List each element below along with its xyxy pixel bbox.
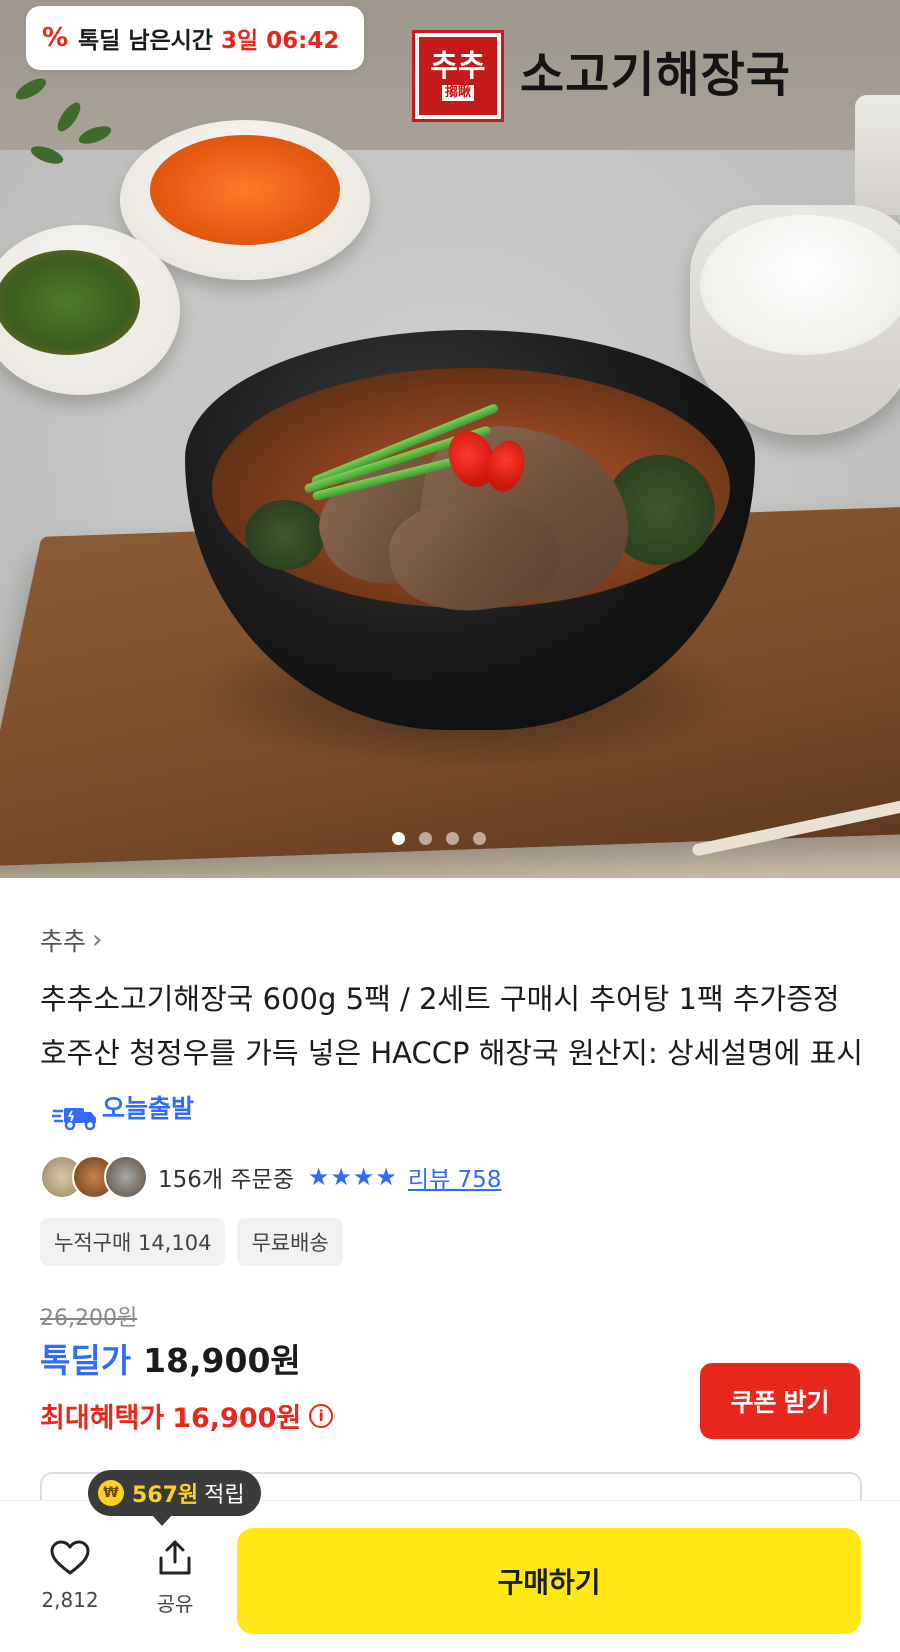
timer-label: 톡딜 남은시간 xyxy=(78,28,213,54)
brand-title: 소고기해장국 xyxy=(520,47,791,103)
pepper-side xyxy=(0,250,140,355)
max-benefit-row: 최대혜택가 16,900원 i xyxy=(40,1396,334,1435)
brand-logo-text: 추추 xyxy=(430,49,486,84)
product-image-carousel[interactable]: % 톡딜 남은시간 3일 06:42 추추 搊瞅 소고기해장국 xyxy=(0,0,900,878)
greens xyxy=(245,500,325,570)
today-shipping-label: 오늘출발 xyxy=(102,1094,195,1123)
avatar xyxy=(104,1155,148,1199)
brand-logo-sub: 搊瞅 xyxy=(441,85,474,101)
truck-icon xyxy=(50,1096,98,1131)
product-title-text: 추추소고기해장국 600g 5팩 / 2세트 구매시 추어탕 1팩 추가증정 호… xyxy=(40,982,863,1070)
deal-price-row: 톡딜가 18,900원 xyxy=(40,1334,301,1382)
max-benefit-label: 최대혜택가 xyxy=(40,1403,165,1434)
points-amount: 567원 xyxy=(132,1483,199,1508)
cup xyxy=(855,95,900,215)
carousel-dot[interactable] xyxy=(446,832,459,845)
star-icon: ★ xyxy=(330,1163,353,1191)
max-benefit-price: 16,900원 xyxy=(172,1403,302,1434)
like-count: 2,812 xyxy=(41,1588,99,1612)
radish-kimchi xyxy=(150,135,340,245)
product-title: 추추소고기해장국 600g 5팩 / 2세트 구매시 추어탕 1팩 추가증정 호… xyxy=(40,972,870,1136)
info-icon[interactable]: i xyxy=(309,1403,334,1428)
order-status-row: 156개 주문중 ★ ★ ★ ★ 리뷰 758 xyxy=(40,1155,501,1199)
rating-stars: ★ ★ ★ ★ xyxy=(308,1163,398,1191)
brand-logo: 추추 搊瞅 xyxy=(412,30,504,122)
get-coupon-button[interactable]: 쿠폰 받기 xyxy=(700,1363,860,1439)
carousel-dot[interactable] xyxy=(419,832,432,845)
cumulative-purchase-chip: 누적구매 14,104 xyxy=(40,1218,226,1266)
carousel-dot[interactable] xyxy=(392,832,405,845)
timer-value: 3일 06:42 xyxy=(220,28,340,54)
buyer-avatars xyxy=(40,1155,148,1199)
share-label: 공유 xyxy=(156,1592,194,1616)
share-icon xyxy=(156,1540,194,1580)
seller-link[interactable]: 추추 › xyxy=(40,922,102,958)
buy-button[interactable]: 구매하기 xyxy=(237,1528,861,1634)
share-button[interactable]: 공유 xyxy=(145,1540,205,1617)
points-word: 적립 xyxy=(204,1483,245,1508)
chevron-right-icon: › xyxy=(92,925,103,955)
carousel-indicator xyxy=(392,832,486,845)
product-chips: 누적구매 14,104 무료배송 xyxy=(40,1218,343,1266)
heart-icon xyxy=(50,1540,90,1580)
free-shipping-chip: 무료배송 xyxy=(237,1218,343,1266)
original-price: 26,200원 xyxy=(40,1306,138,1331)
review-link[interactable]: 리뷰 758 xyxy=(408,1160,502,1194)
star-icon: ★ xyxy=(352,1163,376,1191)
deal-label: 톡딜가 xyxy=(40,1341,132,1380)
percent-icon: % xyxy=(42,23,69,53)
points-tooltip: ₩ 567원 적립 xyxy=(88,1470,261,1526)
deal-price: 18,900원 xyxy=(143,1341,301,1380)
star-icon: ★ xyxy=(375,1163,398,1191)
star-icon: ★ xyxy=(307,1163,331,1191)
rice xyxy=(700,215,900,355)
like-button[interactable]: 2,812 xyxy=(40,1540,100,1612)
carousel-dot[interactable] xyxy=(473,832,486,845)
deal-timer-badge: % 톡딜 남은시간 3일 06:42 xyxy=(26,6,364,70)
seller-name: 추추 xyxy=(40,927,87,956)
today-shipping-badge: 오늘출발 xyxy=(50,1082,195,1136)
coin-icon: ₩ xyxy=(98,1480,124,1506)
orders-count: 156개 주문중 xyxy=(158,1167,294,1193)
